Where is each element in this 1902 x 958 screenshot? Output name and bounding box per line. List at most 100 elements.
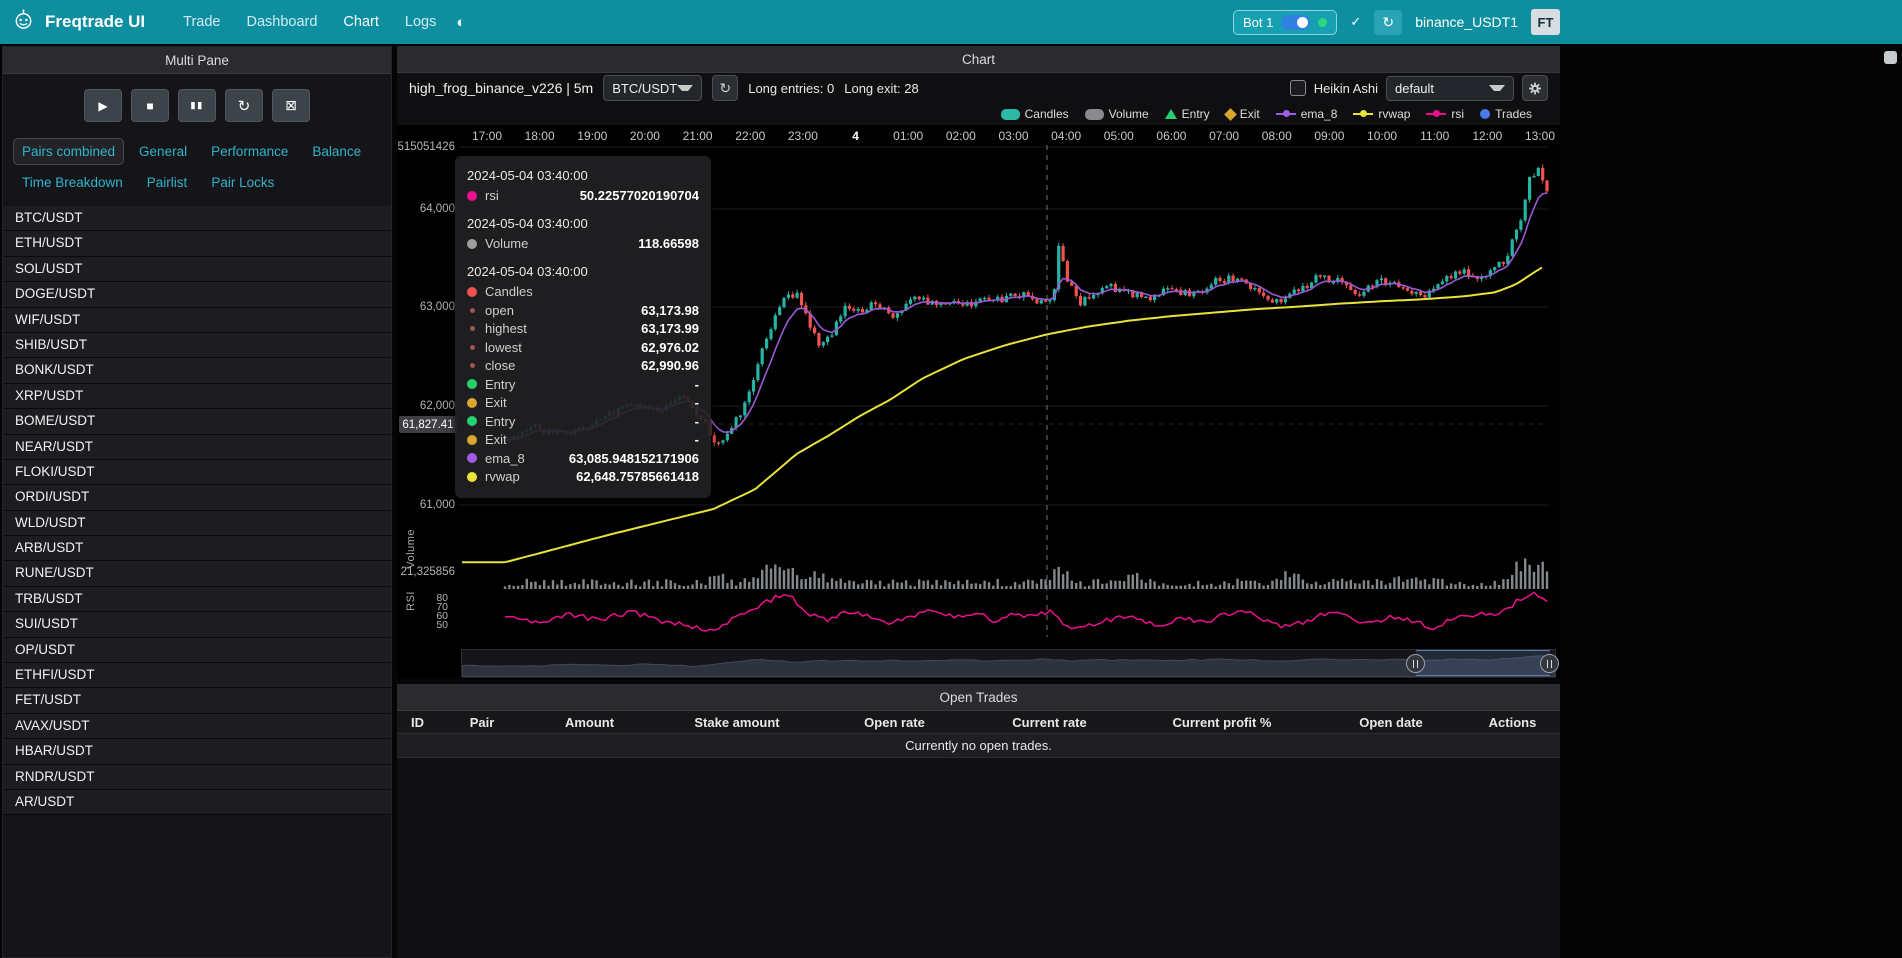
long-entries-label: Long entries: 0 [748, 81, 834, 96]
tab-pairlist[interactable]: Pairlist [138, 169, 197, 196]
legend-item-candles[interactable]: Candles [1001, 107, 1069, 121]
pair-select[interactable]: BTC/USDT [603, 75, 702, 101]
pair-row-bome-usdt[interactable]: BOME/USDT [3, 409, 391, 434]
tooltip-row-exit: Exit- [467, 395, 699, 410]
theme-toggle-icon[interactable]: ◐ [456, 14, 465, 31]
avatar[interactable]: FT [1531, 9, 1560, 35]
clear-icon: ⊠ [285, 97, 297, 114]
legend-item-entry[interactable]: Entry [1165, 107, 1210, 121]
clear-button[interactable]: ⊠ [272, 89, 310, 122]
column-header-actions[interactable]: Actions [1465, 715, 1560, 730]
pair-row-sui-usdt[interactable]: SUI/USDT [3, 612, 391, 637]
pause-icon: ▮▮ [190, 100, 203, 111]
tooltip-row-entry: Entry- [467, 377, 699, 392]
pair-row-rune-usdt[interactable]: RUNE/USDT [3, 561, 391, 586]
plot-config-select[interactable]: default [1386, 76, 1514, 101]
column-header-id[interactable]: ID [397, 715, 442, 730]
pair-row-near-usdt[interactable]: NEAR/USDT [3, 435, 391, 460]
trades-empty-row: Currently no open trades. [397, 733, 1560, 758]
pair-row-doge-usdt[interactable]: DOGE/USDT [3, 282, 391, 307]
refresh-icon: ↻ [1382, 14, 1394, 31]
tab-performance[interactable]: Performance [202, 138, 297, 165]
tab-pairs-combined[interactable]: Pairs combined [13, 138, 124, 165]
pause-button[interactable]: ▮▮ [178, 89, 216, 122]
pair-row-wif-usdt[interactable]: WIF/USDT [3, 308, 391, 333]
nav-link-chart[interactable]: Chart [343, 14, 378, 30]
pair-row-sol-usdt[interactable]: SOL/USDT [3, 257, 391, 282]
price-axis-pointer: 61,827.41 [399, 416, 457, 433]
tab-balance[interactable]: Balance [303, 138, 370, 165]
nav-link-logs[interactable]: Logs [405, 14, 436, 30]
datazoom-slider[interactable] [461, 649, 1556, 677]
legend-item-rsi[interactable]: rsi [1426, 107, 1464, 121]
datazoom-left-handle[interactable] [1406, 654, 1425, 673]
tab-pair-locks[interactable]: Pair Locks [202, 169, 283, 196]
pair-row-ethfi-usdt[interactable]: ETHFI/USDT [3, 663, 391, 688]
pair-row-hbar-usdt[interactable]: HBAR/USDT [3, 739, 391, 764]
pair-row-trb-usdt[interactable]: TRB/USDT [3, 587, 391, 612]
tooltip-label: ema_8 [485, 451, 525, 466]
pair-row-floki-usdt[interactable]: FLOKI/USDT [3, 460, 391, 485]
tooltip-row-rvwap: rvwap62,648.75785661418 [467, 469, 699, 484]
sub-series-dot-icon [470, 345, 475, 350]
series-dot-icon [467, 398, 477, 408]
series-dot-icon [467, 453, 477, 463]
series-dot-icon [467, 191, 477, 201]
refresh-button[interactable]: ↻ [1374, 10, 1402, 35]
column-header-open-date[interactable]: Open date [1317, 715, 1465, 730]
scrollbar-thumb[interactable] [1884, 51, 1897, 64]
nav-link-trade[interactable]: Trade [183, 14, 220, 30]
column-header-open-rate[interactable]: Open rate [817, 715, 972, 730]
tooltip-value: 63,085.948152171906 [569, 451, 699, 466]
pair-row-eth-usdt[interactable]: ETH/USDT [3, 231, 391, 256]
column-header-current-profit[interactable]: Current profit % [1127, 715, 1317, 730]
bot-label: Bot 1 [1243, 15, 1273, 30]
reload-button[interactable]: ↻ [225, 89, 263, 122]
brand[interactable]: Freqtrade UI [0, 8, 145, 36]
legend-item-ema-8[interactable]: ema_8 [1276, 107, 1338, 121]
pair-row-rndr-usdt[interactable]: RNDR/USDT [3, 765, 391, 790]
pair-row-fet-usdt[interactable]: FET/USDT [3, 688, 391, 713]
legend-item-rvwap[interactable]: rvwap [1353, 107, 1410, 121]
nav-link-dashboard[interactable]: Dashboard [246, 14, 317, 30]
pair-list: BTC/USDTETH/USDTSOL/USDTDOGE/USDTWIF/USD… [3, 206, 391, 815]
legend-item-exit[interactable]: Exit [1226, 107, 1260, 121]
pair-row-xrp-usdt[interactable]: XRP/USDT [3, 384, 391, 409]
pair-row-shib-usdt[interactable]: SHIB/USDT [3, 333, 391, 358]
legend-item-trades[interactable]: Trades [1480, 107, 1532, 121]
column-header-stake-amount[interactable]: Stake amount [657, 715, 817, 730]
bot-toggle[interactable] [1281, 15, 1310, 30]
tooltip-value: 62,976.02 [641, 340, 699, 355]
check-icon[interactable]: ✓ [1350, 14, 1361, 30]
stop-button[interactable]: ■ [131, 89, 169, 122]
tooltip-value: 50.22577020190704 [580, 188, 699, 203]
pair-row-ar-usdt[interactable]: AR/USDT [3, 790, 391, 815]
play-button[interactable]: ▶ [84, 89, 122, 122]
tab-general[interactable]: General [130, 138, 196, 165]
legend-label: Exit [1240, 107, 1260, 121]
tooltip-row-close: close62,990.96 [467, 358, 699, 373]
tab-time-breakdown[interactable]: Time Breakdown [13, 169, 132, 196]
column-header-current-rate[interactable]: Current rate [972, 715, 1127, 730]
tooltip-section: 2024-05-04 03:40:00Candlesopen63,173.98h… [467, 264, 699, 484]
chart-settings-button[interactable] [1522, 75, 1548, 101]
column-header-amount[interactable]: Amount [522, 715, 657, 730]
pair-row-ordi-usdt[interactable]: ORDI/USDT [3, 485, 391, 510]
tooltip-label: Entry [485, 414, 515, 429]
legend-item-volume[interactable]: Volume [1085, 107, 1149, 121]
heikin-ashi-checkbox[interactable] [1290, 80, 1306, 96]
pair-row-avax-usdt[interactable]: AVAX/USDT [3, 714, 391, 739]
datazoom-selection[interactable] [1416, 650, 1550, 676]
pair-row-arb-usdt[interactable]: ARB/USDT [3, 536, 391, 561]
tooltip-value: 63,173.99 [641, 321, 699, 336]
pair-row-op-usdt[interactable]: OP/USDT [3, 638, 391, 663]
pair-row-btc-usdt[interactable]: BTC/USDT [3, 206, 391, 231]
legend-label: Candles [1025, 107, 1069, 121]
datazoom-right-handle[interactable] [1540, 654, 1559, 673]
pair-row-bonk-usdt[interactable]: BONK/USDT [3, 358, 391, 383]
chevron-down-icon [677, 85, 693, 91]
chart-refresh-button[interactable]: ↻ [712, 75, 738, 101]
pair-row-wld-usdt[interactable]: WLD/USDT [3, 511, 391, 536]
column-header-pair[interactable]: Pair [442, 715, 522, 730]
bot-selector[interactable]: Bot 1 [1233, 10, 1337, 35]
